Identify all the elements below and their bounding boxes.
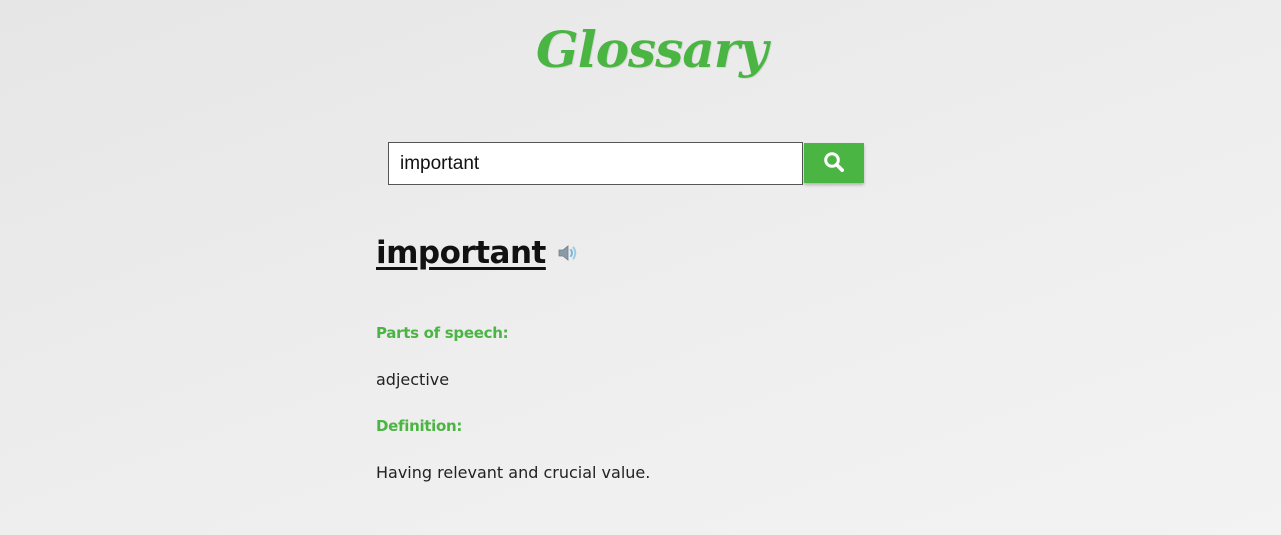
parts-of-speech-value: adjective (376, 370, 450, 389)
search-input[interactable] (388, 142, 803, 185)
word-title: important (376, 235, 546, 271)
logo: Glossary (536, 20, 768, 79)
definition-value: Having relevant and crucial value. (376, 463, 651, 482)
word-heading-row: important (376, 230, 580, 276)
definition-label: Definition: (376, 417, 463, 435)
speaker-icon[interactable] (556, 242, 580, 264)
search-button[interactable] (804, 143, 864, 183)
parts-of-speech-label: Parts of speech: (376, 324, 509, 342)
search-icon (823, 151, 845, 176)
